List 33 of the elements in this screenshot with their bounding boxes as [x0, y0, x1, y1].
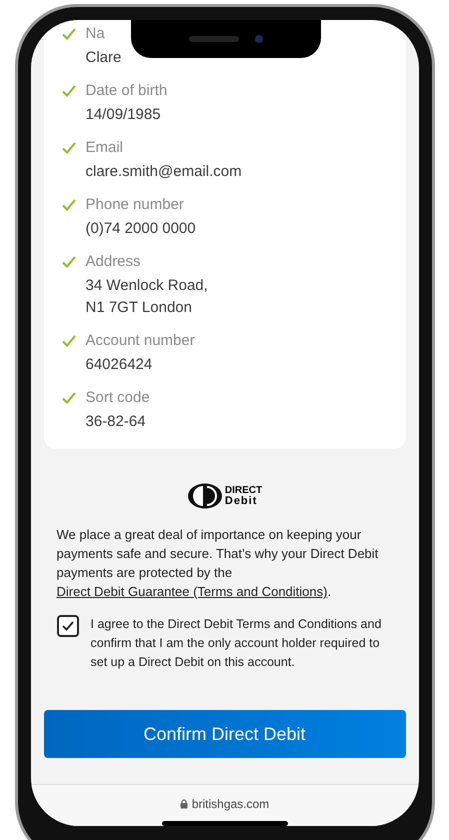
field-value: 34 Wenlock Road,	[86, 276, 208, 296]
field-label: Sort code	[86, 388, 150, 408]
field-label: Date of birth	[86, 81, 168, 101]
check-icon	[62, 335, 76, 347]
guarantee-link[interactable]: Direct Debit Guarantee (Terms and Conditions)	[56, 584, 328, 599]
check-icon	[62, 85, 76, 97]
field-value: 64026424	[86, 355, 154, 375]
check-icon	[62, 392, 76, 404]
confirm-button[interactable]: Confirm Direct Debit	[44, 710, 406, 758]
field-value: Clare	[86, 48, 122, 68]
check-icon	[62, 199, 76, 211]
field-label: Phone number	[86, 195, 185, 215]
check-icon	[62, 28, 76, 40]
guarantee-paragraph: We place a great deal of importance on keeping your payments safe and secure. That’s why your Direct Debit payments are protected by the Direct Debit Guarantee (Terms and Conditions).	[56, 526, 380, 601]
logo-text: Debit	[224, 496, 258, 506]
lock-icon	[180, 799, 188, 809]
logo-icon	[186, 483, 223, 509]
url-text: britishgas.com	[192, 796, 270, 813]
logo-text: DIRECT	[224, 486, 262, 496]
field-label: Address	[86, 252, 142, 272]
check-icon	[62, 142, 76, 154]
agreement-text: I agree to the Direct Debit Terms and Conditions and confirm that I am the only account holder required to set up a Direct Debit on this account.	[90, 616, 382, 671]
field-label: Account number	[86, 331, 195, 351]
field-value: clare.smith@email.com	[86, 162, 242, 182]
field-label: Email	[86, 138, 124, 158]
field-value: N1 7GT London	[86, 298, 193, 318]
field-value: (0)74 2000 0000	[86, 219, 196, 239]
field-label: Na	[86, 24, 106, 44]
field-value: 36-82-64	[86, 412, 147, 432]
field-value: 14/09/1985	[86, 105, 162, 125]
agreement-checkbox[interactable]	[56, 615, 78, 637]
checkmark-icon	[62, 621, 74, 631]
check-icon	[62, 256, 76, 268]
